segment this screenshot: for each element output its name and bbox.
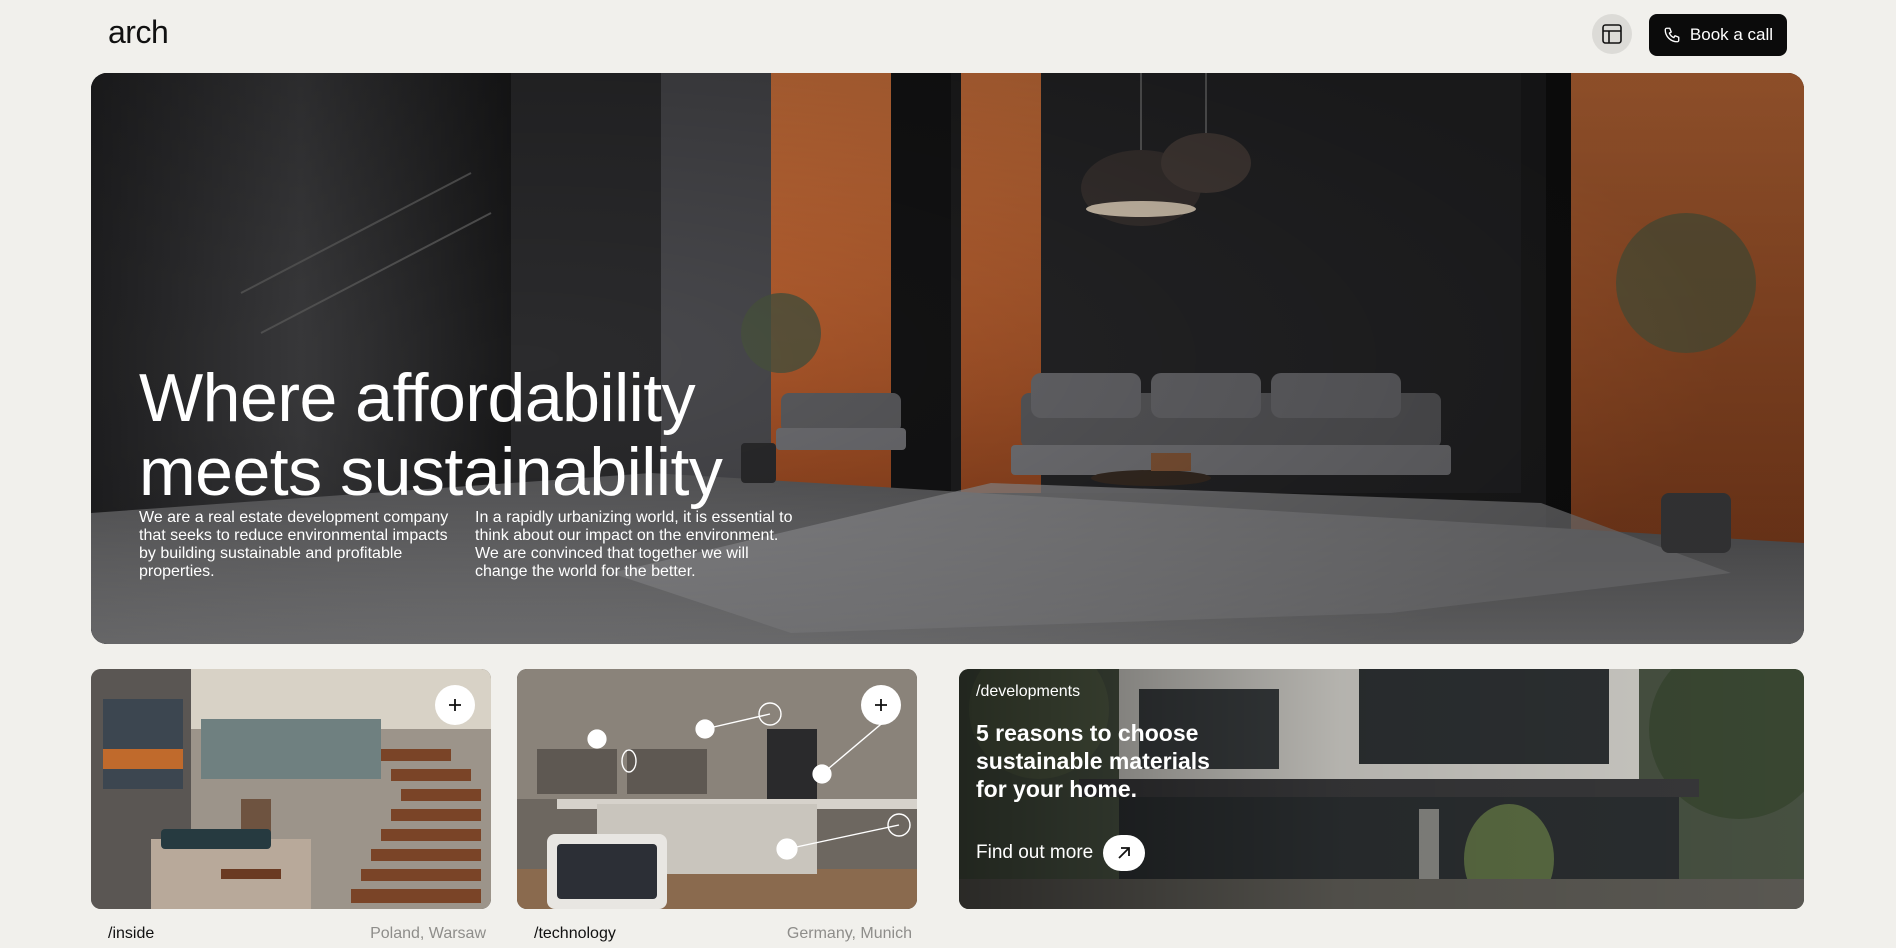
technology-location: Germany, Munich xyxy=(786,925,912,942)
inside-expand-button[interactable] xyxy=(435,685,475,725)
developments-title-line-1: 5 reasons to choose xyxy=(976,720,1199,746)
inside-card-image xyxy=(91,669,491,909)
book-a-call-label: Book a call xyxy=(1689,25,1774,44)
inside-location: Poland, Warsaw xyxy=(370,925,486,942)
hero-title: Where affordability meets sustainability xyxy=(139,360,723,510)
developments-card[interactable]: /developments 5 reasons to choose sustai… xyxy=(959,669,1804,909)
technology-card[interactable] xyxy=(517,669,917,909)
hero-title-line-1: Where affordability xyxy=(139,360,696,436)
layout-icon xyxy=(1602,24,1622,44)
logo[interactable]: arch xyxy=(108,14,169,51)
technology-tag[interactable]: /technology xyxy=(534,925,616,943)
arrow-up-right-icon xyxy=(1118,847,1131,859)
inside-tag[interactable]: /inside xyxy=(108,925,154,943)
technology-card-image xyxy=(517,669,917,909)
plus-icon xyxy=(449,699,461,711)
layout-toggle-button[interactable] xyxy=(1592,14,1632,54)
find-out-more-button[interactable] xyxy=(1103,835,1146,871)
hero-text-right: In a rapidly urbanizing world, it is ess… xyxy=(475,509,793,580)
hero-title-line-2: meets sustainability xyxy=(139,434,723,510)
developments-title-line-3: for your home. xyxy=(976,776,1138,802)
book-a-call-button[interactable]: Book a call xyxy=(1649,14,1787,56)
hero-banner: Where affordability meets sustainability… xyxy=(91,73,1804,644)
find-out-more-link[interactable]: Find out more xyxy=(976,835,1146,871)
technology-expand-button[interactable] xyxy=(861,685,901,725)
technology-caption: /technology Germany, Munich xyxy=(534,924,912,944)
developments-title: 5 reasons to choose sustainable material… xyxy=(976,719,1256,803)
hero-text-left: We are a real estate development company… xyxy=(139,509,449,580)
find-out-more-label: Find out more xyxy=(976,842,1094,863)
inside-caption: /inside Poland, Warsaw xyxy=(108,924,486,944)
phone-icon xyxy=(1664,27,1680,43)
plus-icon xyxy=(875,699,887,711)
developments-title-line-2: sustainable materials xyxy=(976,748,1210,774)
inside-card[interactable] xyxy=(91,669,491,909)
developments-tag: /developments xyxy=(976,683,1081,700)
